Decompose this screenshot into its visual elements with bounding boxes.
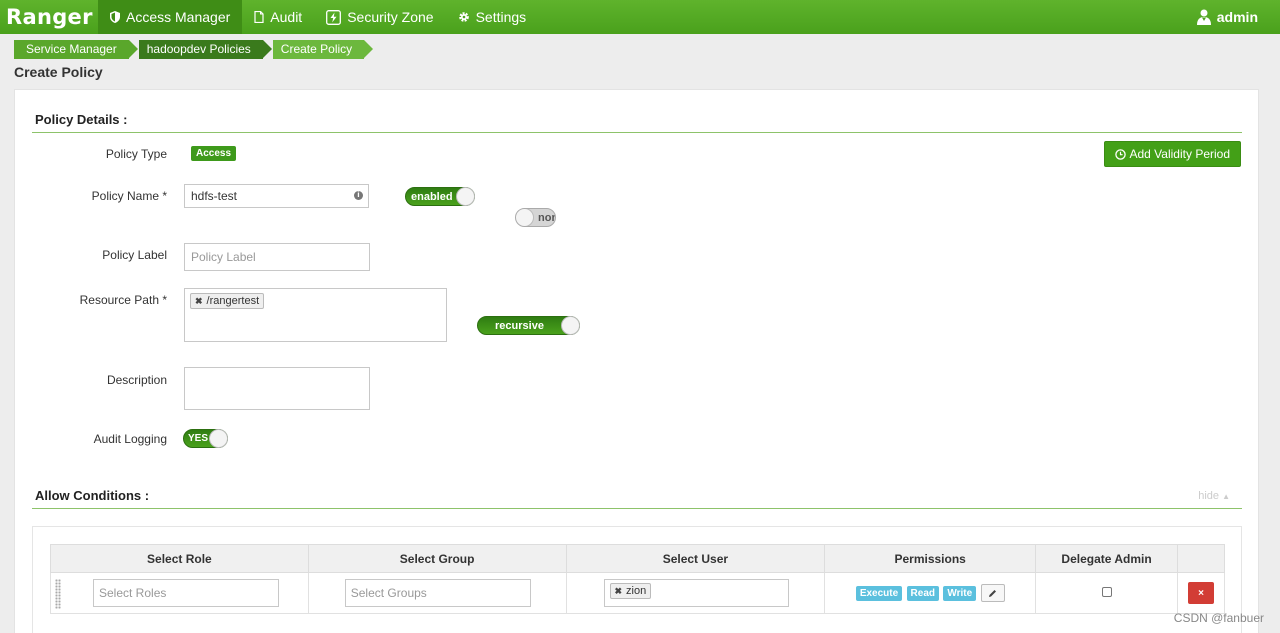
user-icon <box>1196 9 1211 25</box>
description-label: Description <box>106 373 167 387</box>
resource-path-input[interactable]: ✖ /rangertest <box>184 288 447 342</box>
select-groups-placeholder: Select Groups <box>350 586 427 600</box>
hide-label: hide <box>1198 490 1220 502</box>
toggle-knob <box>561 316 580 335</box>
select-users-input[interactable]: ✖ zion <box>603 579 789 607</box>
drag-handle-icon[interactable] <box>55 579 61 609</box>
breadcrumb: Service Manager hadoopdev Policies Creat… <box>14 40 374 59</box>
delete-row-label: × <box>1198 587 1204 599</box>
recursive-label: recursive <box>495 319 544 332</box>
gear-icon <box>458 12 469 22</box>
description-textarea[interactable] <box>184 367 370 410</box>
create-policy-form: Policy Details : Policy Type Access Add … <box>14 89 1259 633</box>
policy-type-badge: Access <box>191 146 237 161</box>
add-validity-period-button[interactable]: Add Validity Period <box>1103 141 1241 167</box>
allow-conditions-panel: Select Role Select Group Select User Per… <box>32 526 1242 633</box>
edit-permissions-button[interactable] <box>980 584 1005 602</box>
nav-access-manager-label: Access Manager <box>126 9 231 25</box>
permissions-cell: Execute Read Write <box>824 572 1037 614</box>
user-cell: ✖ zion <box>565 572 826 614</box>
select-roles-placeholder: Select Roles <box>99 586 167 600</box>
watermark: CSDN @fanbuer <box>1173 611 1264 625</box>
toggle-knob <box>209 429 228 448</box>
remove-chip-icon[interactable]: ✖ <box>615 586 623 597</box>
page-title: Create Policy <box>14 64 103 80</box>
policy-priority-toggle[interactable]: nor <box>515 208 556 227</box>
file-icon <box>254 11 264 23</box>
resource-path-label: Resource Path * <box>79 293 167 307</box>
user-chip-label: zion <box>626 585 647 597</box>
nav-settings[interactable]: Settings <box>446 0 539 34</box>
remove-chip-icon[interactable]: ✖ <box>195 296 203 307</box>
breadcrumb-policies[interactable]: hadoopdev Policies <box>138 40 272 59</box>
nav-access-manager[interactable]: Access Manager <box>98 0 243 34</box>
user-name: admin <box>1216 9 1258 25</box>
nav-security-zone-label: Security Zone <box>347 9 434 25</box>
policy-label-label: Policy Label <box>102 248 167 262</box>
allow-conditions-title: Allow Conditions : <box>35 488 150 503</box>
add-validity-period-label: Add Validity Period <box>1129 147 1231 161</box>
actions-cell: × <box>1176 572 1226 614</box>
top-navbar: Ranger Access Manager Audit Security Zon… <box>0 0 1280 34</box>
policy-name-label: Policy Name * <box>91 189 167 203</box>
caret-up-icon: ▲ <box>1222 492 1230 501</box>
clock-icon <box>1114 148 1126 160</box>
permission-write: Write <box>943 586 977 602</box>
audit-logging-value: YES <box>188 433 209 444</box>
toggle-knob <box>456 187 475 206</box>
policy-enabled-toggle[interactable]: enabled <box>405 187 475 206</box>
table-header-row: Select Role Select Group Select User Per… <box>50 544 1226 573</box>
resource-path-chip-label: /rangertest <box>206 295 260 307</box>
allow-conditions-table: Select Role Select Group Select User Per… <box>50 544 1226 614</box>
bolt-icon <box>326 9 342 25</box>
breadcrumb-service-manager[interactable]: Service Manager <box>14 40 138 59</box>
delegate-admin-checkbox[interactable] <box>1101 587 1112 597</box>
select-roles-input[interactable]: Select Roles <box>93 579 279 607</box>
policy-priority-label: nor <box>538 211 556 224</box>
resource-path-chip[interactable]: ✖ /rangertest <box>190 293 265 309</box>
col-select-group: Select Group <box>307 544 567 573</box>
select-groups-input[interactable]: Select Groups <box>344 579 531 607</box>
policy-name-input[interactable]: hdfs-test i <box>184 184 369 208</box>
table-row: Select Roles Select Groups ✖ zion Execut… <box>50 572 1226 614</box>
pencil-icon <box>989 589 996 597</box>
shield-icon <box>110 11 120 23</box>
policy-label-placeholder: Policy Label <box>191 250 256 264</box>
toggle-knob <box>516 209 534 226</box>
nav-audit-label: Audit <box>270 9 303 25</box>
user-menu[interactable]: admin <box>1196 0 1258 34</box>
section-divider <box>32 508 1242 509</box>
brand-logo[interactable]: Ranger <box>0 5 98 29</box>
col-select-role: Select Role <box>50 544 309 573</box>
col-delegate-admin: Delegate Admin <box>1035 544 1178 573</box>
audit-logging-toggle[interactable]: YES <box>183 429 228 448</box>
role-cell: Select Roles <box>50 572 309 614</box>
delete-row-button[interactable]: × <box>1187 582 1214 604</box>
policy-type-label: Policy Type <box>105 147 167 161</box>
hide-allow-conditions-link[interactable]: hide ▲ <box>1198 490 1230 502</box>
user-chip[interactable]: ✖ zion <box>609 583 652 599</box>
section-divider <box>32 132 1242 133</box>
nav-audit[interactable]: Audit <box>242 0 314 34</box>
col-permissions: Permissions <box>824 544 1037 573</box>
permission-read: Read <box>906 586 939 602</box>
col-actions <box>1176 544 1226 573</box>
recursive-toggle[interactable]: recursive <box>477 316 580 335</box>
audit-logging-label: Audit Logging <box>93 432 167 446</box>
policy-label-input[interactable]: Policy Label <box>184 243 370 271</box>
col-select-user: Select User <box>565 544 826 573</box>
breadcrumb-create-policy: Create Policy <box>272 40 374 59</box>
info-icon[interactable]: i <box>354 191 363 200</box>
policy-enabled-label: enabled <box>411 190 453 203</box>
policy-details-title: Policy Details : <box>35 112 128 127</box>
nav-settings-label: Settings <box>475 9 527 25</box>
group-cell: Select Groups <box>307 572 567 614</box>
delegate-admin-cell <box>1035 572 1178 614</box>
permission-execute: Execute <box>855 586 903 602</box>
nav-security-zone[interactable]: Security Zone <box>314 0 445 34</box>
policy-name-value: hdfs-test <box>191 189 238 203</box>
